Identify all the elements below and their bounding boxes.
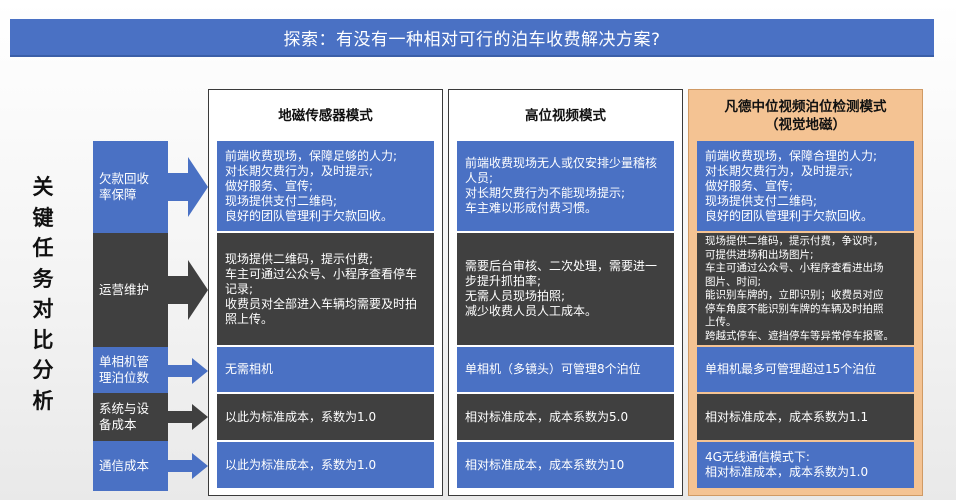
cell-text: 前端收费现场，保障合理的人力; 对长期欠费行为，及时提示; 做好服务、宣传; 现… [705,148,878,223]
side-title-char: 析 [32,388,54,413]
cell-comm-cost: 以此为标准成本，系数为1.0 [217,442,434,488]
cell-text: 以此为标准成本，系数为1.0 [225,409,377,424]
row-label-text: 欠款回收 率保障 [99,171,150,202]
cell-text: 无需相机 [225,362,274,376]
row-label-system-cost: 系统与设 备成本 [93,393,168,441]
cell-text: 4G无线通信模式下: 相对标准成本，成本系数为1.0 [705,450,869,479]
cell-berths: 无需相机 [217,347,434,392]
column-title: 地磁传感器模式 [278,108,373,124]
cell-text: 以此为标准成本，系数为1.0 [225,457,377,472]
column-title: 凡德中位视频泊位检测模式 [724,99,887,115]
cell-text: 前端收费现场无人或仅安排少量稽核 人员; 对长期欠费行为不能现场提示; 车主难以… [465,156,658,215]
column-subtitle: （视觉地磁） [765,117,846,133]
cell-comm-cost: 相对标准成本，成本系数为10 [457,442,674,488]
cell-text: 前端收费现场，保障足够的人力; 对长期欠费行为，及时提示; 做好服务、宣传; 现… [225,148,398,223]
row-label-text: 系统与设 备成本 [99,401,150,432]
cell-system-cost: 相对标准成本，成本系数为5.0 [457,394,674,440]
row-label-debt-recovery: 欠款回收 率保障 [93,141,168,233]
arrow-right-icon [168,157,208,217]
side-title-char: 关 [32,175,54,199]
side-title-char: 务 [32,266,54,291]
row-label-text: 单相机管 理泊位数 [99,354,150,385]
banner-title: 探索：有没有一种相对可行的泊车收费解决方案? [283,29,661,50]
side-title: 关 键 任 务 对 比 分 析 [26,172,60,416]
row-label-text: 通信成本 [99,458,150,473]
column-header: 高位视频模式 [449,90,682,142]
cell-text: 单相机（多镜头）可管理8个泊位 [465,362,641,376]
cell-text: 相对标准成本，成本系数为5.0 [465,409,629,424]
row-label-text: 运营维护 [99,282,150,297]
arrow-right-icon [168,453,208,479]
column-header: 凡德中位视频泊位检测模式 （视觉地磁） [689,90,922,142]
cell-berths: 单相机最多可管理超过15个泊位 [697,347,914,392]
cell-operations: 需要后台审核、二次处理，需要进一 步提升抓拍率; 无需人员现场拍照; 减少收费人… [457,233,674,345]
cell-text: 相对标准成本，成本系数为1.1 [705,409,869,424]
cell-operations: 现场提供二维码，提示付费; 车主可通过公众号、小程序查看停车 记录; 收费员对全… [217,233,434,345]
cell-system-cost: 相对标准成本，成本系数为1.1 [697,394,914,440]
cell-debt-recovery: 前端收费现场，保障足够的人力; 对长期欠费行为，及时提示; 做好服务、宣传; 现… [217,141,434,231]
cell-debt-recovery: 前端收费现场无人或仅安排少量稽核 人员; 对长期欠费行为不能现场提示; 车主难以… [457,141,674,231]
column-title: 高位视频模式 [525,108,606,124]
column-header: 地磁传感器模式 [209,90,442,142]
side-title-char: 比 [32,327,54,352]
cell-debt-recovery: 前端收费现场，保障合理的人力; 对长期欠费行为，及时提示; 做好服务、宣传; 现… [697,141,914,231]
cell-text: 需要后台审核、二次处理，需要进一 步提升抓拍率; 无需人员现场拍照; 减少收费人… [465,259,658,318]
column-high-video: 高位视频模式 前端收费现场无人或仅安排少量稽核 人员; 对长期欠费行为不能现场提… [448,89,683,496]
side-title-char: 对 [32,297,54,321]
arrow-right-icon [168,358,208,384]
row-label-operations: 运营维护 [93,233,168,347]
side-title-char: 分 [32,358,54,382]
cell-operations: 现场提供二维码，提示付费，争议时， 可提供进场和出场图片; 车主可通过公众号、小… [697,233,914,345]
side-title-char: 任 [32,236,54,260]
cell-berths: 单相机（多镜头）可管理8个泊位 [457,347,674,392]
cell-text: 单相机最多可管理超过15个泊位 [705,362,877,376]
cell-text: 相对标准成本，成本系数为10 [465,457,625,472]
arrow-right-icon [168,260,208,320]
cell-system-cost: 以此为标准成本，系数为1.0 [217,394,434,440]
cell-text: 现场提供二维码，提示付费; 车主可通过公众号、小程序查看停车 记录; 收费员对全… [225,251,418,326]
row-label-comm-cost: 通信成本 [93,441,168,491]
cell-text: 现场提供二维码，提示付费，争议时， 可提供进场和出场图片; 车主可通过公众号、小… [705,235,894,342]
page-banner: 探索：有没有一种相对可行的泊车收费解决方案? [10,19,934,57]
cell-comm-cost: 4G无线通信模式下: 相对标准成本，成本系数为1.0 [697,442,914,488]
row-label-berths-per-camera: 单相机管 理泊位数 [93,347,168,393]
column-mid-video: 凡德中位视频泊位检测模式 （视觉地磁） 前端收费现场，保障合理的人力; 对长期欠… [688,89,923,496]
arrow-right-icon [168,404,208,430]
side-title-char: 键 [32,205,54,230]
column-geomagnetic: 地磁传感器模式 前端收费现场，保障足够的人力; 对长期欠费行为，及时提示; 做好… [208,89,443,496]
